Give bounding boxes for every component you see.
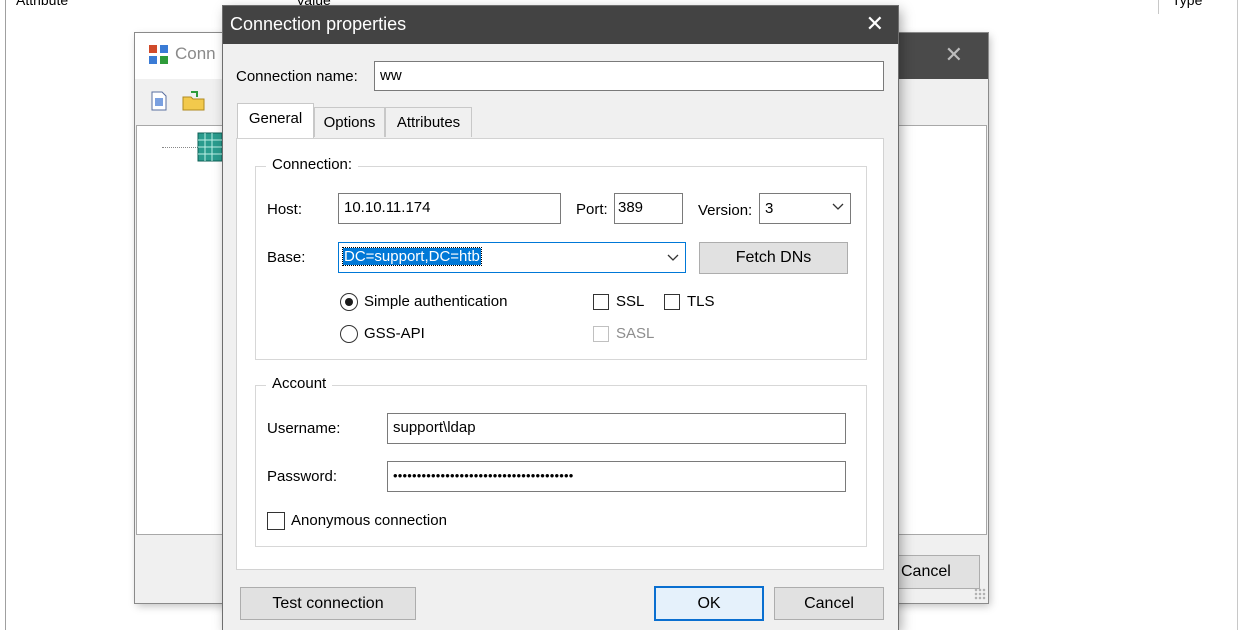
password-input[interactable]: •••••••••••••••••••••••••••••••••••••• [387,461,846,492]
main-window-right-border [1237,0,1238,630]
ssl-label: SSL [616,293,645,310]
connection-name-input[interactable]: ww [374,61,884,91]
anonymous-checkbox[interactable] [267,512,285,530]
connections-dialog-titlebar-right: ✕ [898,33,988,79]
account-group: Account Username: support\ldap Password:… [255,375,867,547]
close-icon[interactable]: ✕ [866,11,884,37]
port-input[interactable]: 389 [614,193,683,224]
base-select-value: DC=support,DC=htb [342,247,482,266]
fetch-dns-button[interactable]: Fetch DNs [699,242,848,274]
test-connection-button[interactable]: Test connection [240,587,416,620]
cancel-button[interactable]: Cancel [774,587,884,620]
account-group-title: Account [266,375,333,392]
ssl-checkbox[interactable] [593,294,609,310]
connection-group: Connection: Host: 10.10.11.174 Port: 389… [255,156,867,360]
base-selected-text: DC=support,DC=htb [342,247,482,266]
main-window-left-border [0,0,6,630]
simple-auth-radio[interactable] [340,293,358,311]
host-input[interactable]: 10.10.11.174 [338,193,561,224]
username-input[interactable]: support\ldap [387,413,846,444]
tab-options[interactable]: Options [314,107,385,137]
connection-properties-dialog: Connection properties ✕ Connection name:… [223,6,898,630]
chevron-down-icon [667,251,679,266]
tls-label: TLS [687,293,715,310]
port-label: Port: [576,201,608,218]
ldap-server-icon[interactable] [196,131,224,167]
sasl-label: SASL [616,325,655,342]
version-label: Version: [698,202,753,219]
connection-group-title: Connection: [266,156,359,173]
connection-name-label: Connection name: [236,68,358,85]
dialog-title: Connection properties [230,14,407,34]
version-select[interactable]: 3 [759,193,851,224]
column-separator [1158,0,1159,14]
radio-selected-dot [345,298,353,306]
back-cancel-button[interactable]: Cancel [898,555,980,589]
version-select-value: 3 [765,200,774,217]
tree-connector-line [162,147,198,148]
connections-dialog-title: Conn [175,44,216,63]
base-select[interactable]: DC=support,DC=htb [338,242,686,273]
tls-checkbox[interactable] [664,294,680,310]
host-label: Host: [267,201,303,218]
base-label: Base: [267,249,306,266]
tab-general[interactable]: General [237,103,314,138]
anonymous-label: Anonymous connection [291,512,447,529]
connections-app-icon [148,44,170,70]
open-folder-icon[interactable] [181,90,207,116]
chevron-down-icon [832,200,844,215]
password-label: Password: [267,468,338,485]
simple-auth-label: Simple authentication [364,293,508,310]
new-connection-icon[interactable] [149,90,169,116]
column-header-attribute[interactable]: Attribute [16,0,68,10]
general-tab-panel: Connection: Host: 10.10.11.174 Port: 389… [236,138,884,570]
close-icon[interactable]: ✕ [945,42,963,68]
gss-api-radio[interactable] [340,325,358,343]
ok-button[interactable]: OK [654,586,764,621]
sasl-checkbox [593,326,609,342]
tab-attributes[interactable]: Attributes [385,107,472,137]
username-label: Username: [267,420,341,437]
dialog-titlebar: Connection properties ✕ [223,6,898,44]
gss-api-label: GSS-API [364,325,425,342]
column-header-type[interactable]: Type [1172,0,1202,10]
resize-grip[interactable] [974,588,986,600]
